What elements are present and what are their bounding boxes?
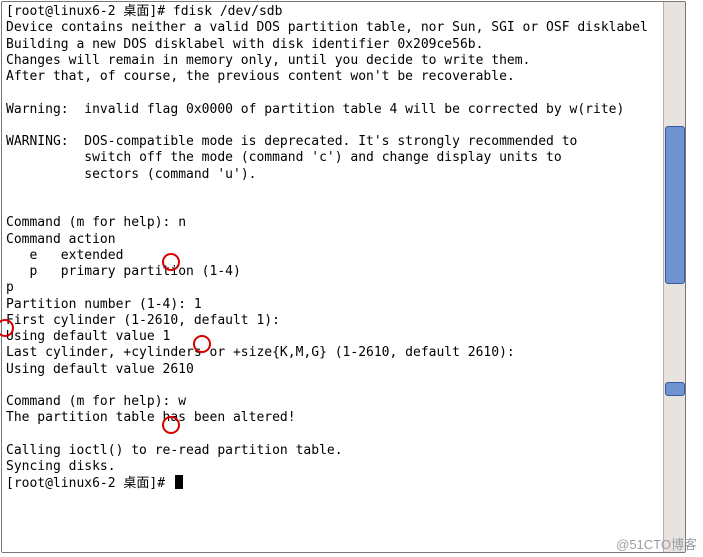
output-line: Using default value 1 [6, 329, 170, 344]
output-line: Last cylinder, +cylinders or +size{K,M,G… [6, 345, 515, 360]
output-line: Command action [6, 232, 116, 247]
output-line: Using default value 2610 [6, 362, 194, 377]
output-line: The partition table has been altered! [6, 410, 296, 425]
shell-prompt: [root@linux6-2 桌面]# [6, 4, 173, 19]
output-line: Syncing disks. [6, 459, 116, 474]
terminal-window: [root@linux6-2 桌面]# fdisk /dev/sdb Devic… [1, 1, 686, 553]
terminal-content[interactable]: [root@linux6-2 桌面]# fdisk /dev/sdb Devic… [2, 2, 663, 552]
watermark-text: @51CTO博客 [616, 537, 697, 553]
output-line: p primary partition (1-4) [6, 264, 241, 279]
user-input-p: p [6, 280, 14, 295]
user-input-n: n [178, 215, 186, 230]
vertical-scrollbar[interactable] [663, 2, 685, 552]
scrollbar-thumb[interactable] [665, 382, 685, 396]
cursor-block [175, 475, 183, 489]
output-line: sectors (command 'u'). [6, 167, 256, 182]
fdisk-prompt: Partition number (1-4): [6, 297, 194, 312]
output-line: Warning: invalid flag 0x0000 of partitio… [6, 102, 624, 117]
output-line: WARNING: DOS-compatible mode is deprecat… [6, 134, 577, 149]
output-line: switch off the mode (command 'c') and ch… [6, 150, 562, 165]
shell-prompt: [root@linux6-2 桌面]# [6, 476, 173, 491]
output-line: Device contains neither a valid DOS part… [6, 20, 648, 35]
output-line: Building a new DOS disklabel with disk i… [6, 37, 483, 52]
output-line: Calling ioctl() to re-read partition tab… [6, 443, 343, 458]
output-line: After that, of course, the previous cont… [6, 69, 515, 84]
user-input-w: w [178, 394, 186, 409]
output-line: First cylinder (1-2610, default 1): [6, 313, 280, 328]
fdisk-prompt: Command (m for help): [6, 394, 178, 409]
fdisk-prompt: Command (m for help): [6, 215, 178, 230]
command-text: fdisk /dev/sdb [173, 4, 283, 19]
output-line: e extended [6, 248, 123, 263]
user-input-1: 1 [194, 297, 202, 312]
scrollbar-thumb[interactable] [665, 126, 685, 284]
output-line: Changes will remain in memory only, unti… [6, 53, 530, 68]
